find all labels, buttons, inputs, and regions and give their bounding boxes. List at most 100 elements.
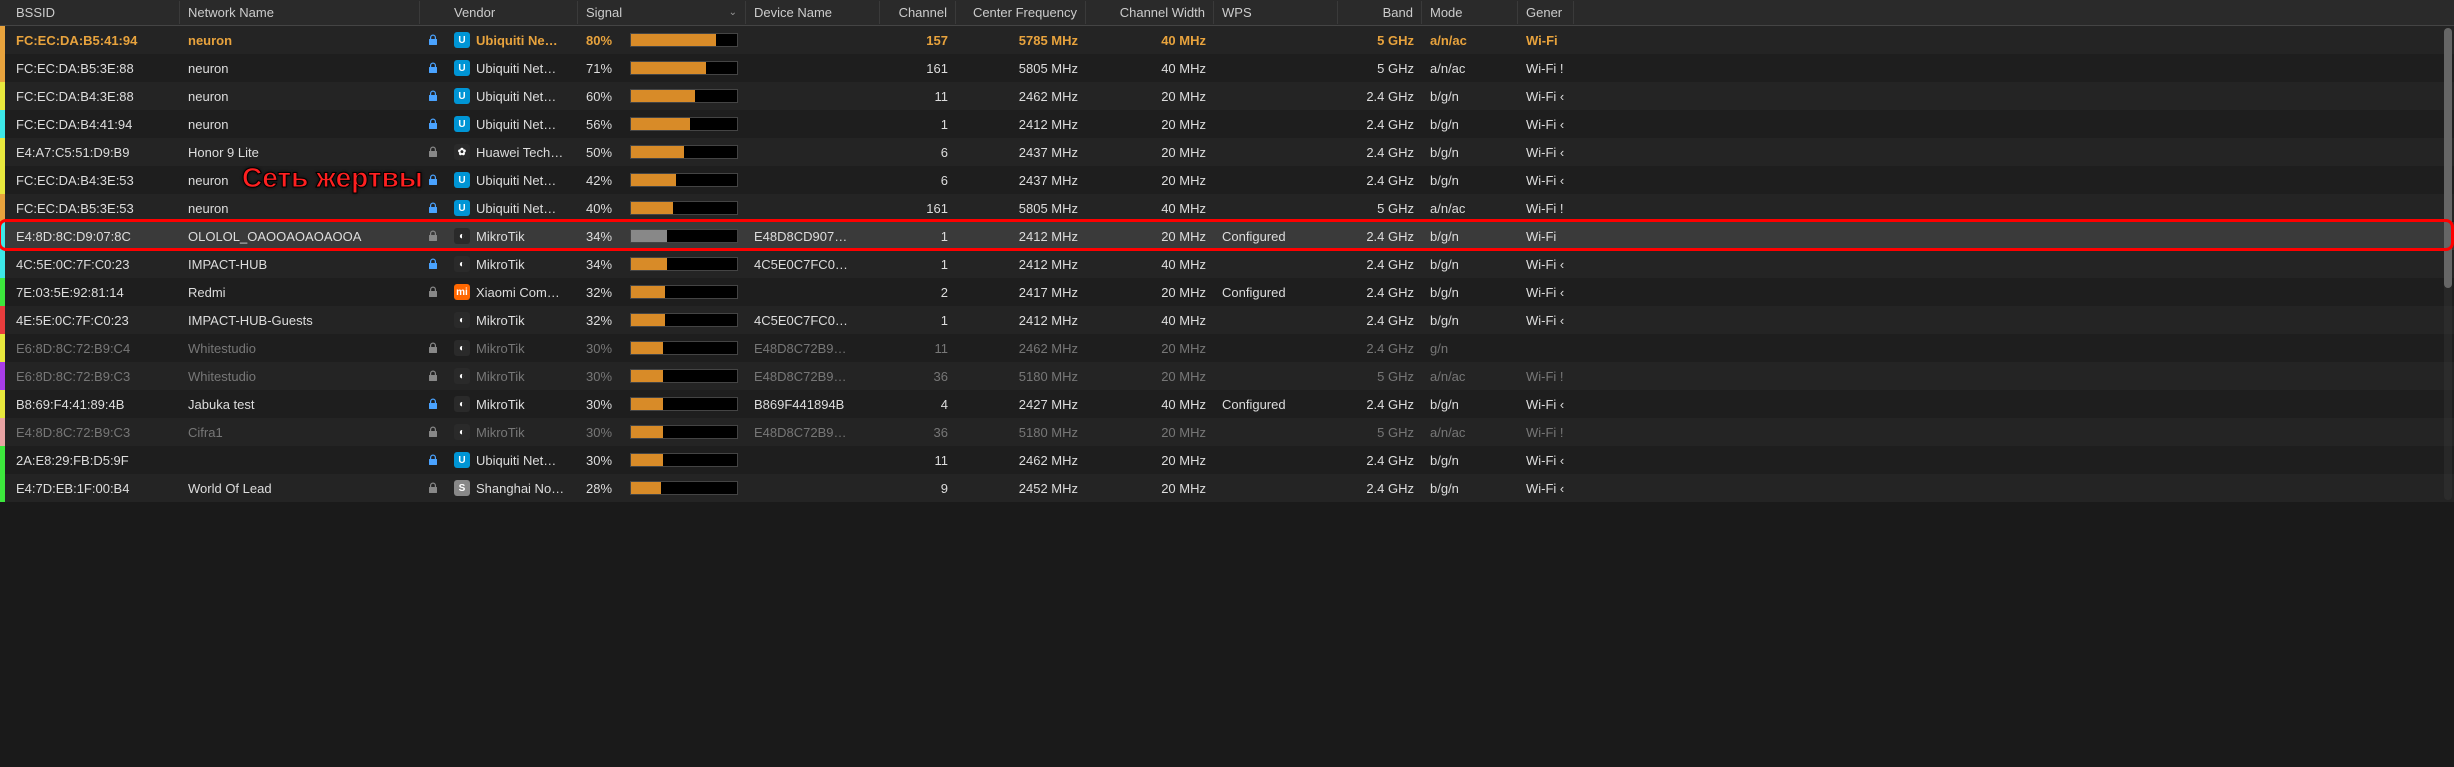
channel-width-cell: 20 MHz [1086, 113, 1214, 136]
security-cell [420, 174, 446, 186]
bssid-cell: E6:8D:8C:72:B9:C3 [8, 365, 180, 388]
signal-cell: 34% [578, 253, 746, 276]
mikrotik-vendor-icon: ◐ [454, 312, 470, 328]
frequency-cell: 2437 MHz [956, 141, 1086, 164]
wps-cell [1214, 428, 1338, 436]
header-generation[interactable]: Gener [1518, 1, 1574, 24]
mode-cell: b/g/n [1422, 449, 1518, 472]
table-row[interactable]: B8:69:F4:41:89:4B Jabuka test ◐MikroTik … [0, 390, 2454, 418]
table-row[interactable]: FC:EC:DA:B5:3E:88 neuron UUbiquiti Net… … [0, 54, 2454, 82]
vendor-cell: UUbiquiti Net… [446, 56, 578, 80]
band-cell: 2.4 GHz [1338, 309, 1422, 332]
table-row[interactable]: 4C:5E:0C:7F:C0:23 IMPACT-HUB ◐MikroTik 3… [0, 250, 2454, 278]
header-network-name[interactable]: Network Name [180, 1, 420, 24]
band-cell: 5 GHz [1338, 197, 1422, 220]
vendor-cell: UUbiquiti Net… [446, 112, 578, 136]
network-name-cell: neuron [180, 169, 420, 192]
generation-cell: Wi-Fi ‹ [1518, 309, 1574, 332]
table-row[interactable]: 4E:5E:0C:7F:C0:23 IMPACT-HUB-Guests ◐Mik… [0, 306, 2454, 334]
bssid-cell: FC:EC:DA:B5:3E:88 [8, 57, 180, 80]
mode-cell: b/g/n [1422, 253, 1518, 276]
security-cell [420, 286, 446, 298]
generation-cell: Wi-Fi ‹ [1518, 393, 1574, 416]
mode-cell: a/n/ac [1422, 57, 1518, 80]
channel-cell: 1 [880, 225, 956, 248]
color-stripe [0, 82, 8, 110]
wps-cell [1214, 92, 1338, 100]
table-row[interactable]: E6:8D:8C:72:B9:C3 Whitestudio ◐MikroTik … [0, 362, 2454, 390]
scrollbar[interactable] [2444, 28, 2452, 500]
lock-icon [428, 398, 438, 410]
table-row[interactable]: E4:7D:EB:1F:00:B4 World Of Lead SShangha… [0, 474, 2454, 502]
wifi-networks-table: BSSID Network Name Vendor Signal ⌄ Devic… [0, 0, 2454, 502]
lock-icon [428, 342, 438, 354]
color-stripe [0, 138, 8, 166]
generation-cell: Wi-Fi ‹ [1518, 169, 1574, 192]
color-stripe [0, 26, 8, 54]
header-center-frequency[interactable]: Center Frequency [956, 1, 1086, 24]
color-stripe [0, 362, 8, 390]
mode-cell: a/n/ac [1422, 365, 1518, 388]
device-name-cell [746, 176, 880, 184]
color-stripe [0, 306, 8, 334]
security-cell [420, 398, 446, 410]
channel-cell: 1 [880, 113, 956, 136]
band-cell: 2.4 GHz [1338, 393, 1422, 416]
table-row[interactable]: E4:A7:C5:51:D9:B9 Honor 9 Lite ✿Huawei T… [0, 138, 2454, 166]
signal-bar [630, 33, 738, 47]
table-row[interactable]: FC:EC:DA:B5:3E:53 neuron UUbiquiti Net… … [0, 194, 2454, 222]
device-name-cell [746, 288, 880, 296]
header-wps[interactable]: WPS [1214, 1, 1338, 24]
signal-cell: 30% [578, 421, 746, 444]
channel-cell: 11 [880, 85, 956, 108]
table-row[interactable]: FC:EC:DA:B4:3E:88 neuron UUbiquiti Net… … [0, 82, 2454, 110]
channel-width-cell: 40 MHz [1086, 309, 1214, 332]
table-row[interactable]: E4:8D:8C:D9:07:8C OLOLOL_OAOOAOAOAOOA ◐M… [0, 222, 2454, 250]
band-cell: 2.4 GHz [1338, 337, 1422, 360]
color-stripe [0, 474, 8, 502]
network-name-cell: neuron [180, 85, 420, 108]
frequency-cell: 2437 MHz [956, 169, 1086, 192]
table-row[interactable]: E6:8D:8C:72:B9:C4 Whitestudio ◐MikroTik … [0, 334, 2454, 362]
header-signal[interactable]: Signal ⌄ [578, 1, 746, 24]
header-device-name[interactable]: Device Name [746, 1, 880, 24]
mode-cell: b/g/n [1422, 169, 1518, 192]
signal-cell: 34% [578, 225, 746, 248]
channel-cell: 157 [880, 29, 956, 52]
frequency-cell: 2412 MHz [956, 225, 1086, 248]
network-name-cell: Whitestudio [180, 365, 420, 388]
security-cell [420, 34, 446, 46]
band-cell: 5 GHz [1338, 365, 1422, 388]
header-vendor[interactable]: Vendor [446, 1, 578, 24]
security-cell [420, 118, 446, 130]
mikrotik-vendor-icon: ◐ [454, 424, 470, 440]
table-row[interactable]: FC:EC:DA:B4:41:94 neuron UUbiquiti Net… … [0, 110, 2454, 138]
header-channel-width[interactable]: Channel Width [1086, 1, 1214, 24]
lock-icon [428, 454, 438, 466]
network-name-cell: Whitestudio [180, 337, 420, 360]
header-band[interactable]: Band [1338, 1, 1422, 24]
network-name-cell [180, 456, 420, 464]
device-name-cell: E48D8C72B9… [746, 337, 880, 360]
wps-cell [1214, 120, 1338, 128]
header-bssid[interactable]: BSSID [8, 1, 180, 24]
table-row[interactable]: 2A:E8:29:FB:D5:9F UUbiquiti Net… 30% 11 … [0, 446, 2454, 474]
generation-cell: Wi-Fi ‹ [1518, 281, 1574, 304]
bssid-cell: E6:8D:8C:72:B9:C4 [8, 337, 180, 360]
table-row[interactable]: E4:8D:8C:72:B9:C3 Cifra1 ◐MikroTik 30% E… [0, 418, 2454, 446]
signal-cell: 40% [578, 197, 746, 220]
header-mode[interactable]: Mode [1422, 1, 1518, 24]
frequency-cell: 2417 MHz [956, 281, 1086, 304]
scrollbar-thumb[interactable] [2444, 28, 2452, 288]
network-name-cell: IMPACT-HUB-Guests [180, 309, 420, 332]
table-row[interactable]: FC:EC:DA:B5:41:94 neuron UUbiquiti Ne… 8… [0, 26, 2454, 54]
vendor-cell: SShanghai No… [446, 476, 578, 500]
lock-icon [428, 286, 438, 298]
frequency-cell: 5180 MHz [956, 365, 1086, 388]
color-stripe [0, 418, 8, 446]
signal-bar [630, 397, 738, 411]
header-channel[interactable]: Channel [880, 1, 956, 24]
table-row[interactable]: 7E:03:5E:92:81:14 Redmi miXiaomi Com… 32… [0, 278, 2454, 306]
color-stripe [0, 446, 8, 474]
table-row[interactable]: FC:EC:DA:B4:3E:53 neuron UUbiquiti Net… … [0, 166, 2454, 194]
